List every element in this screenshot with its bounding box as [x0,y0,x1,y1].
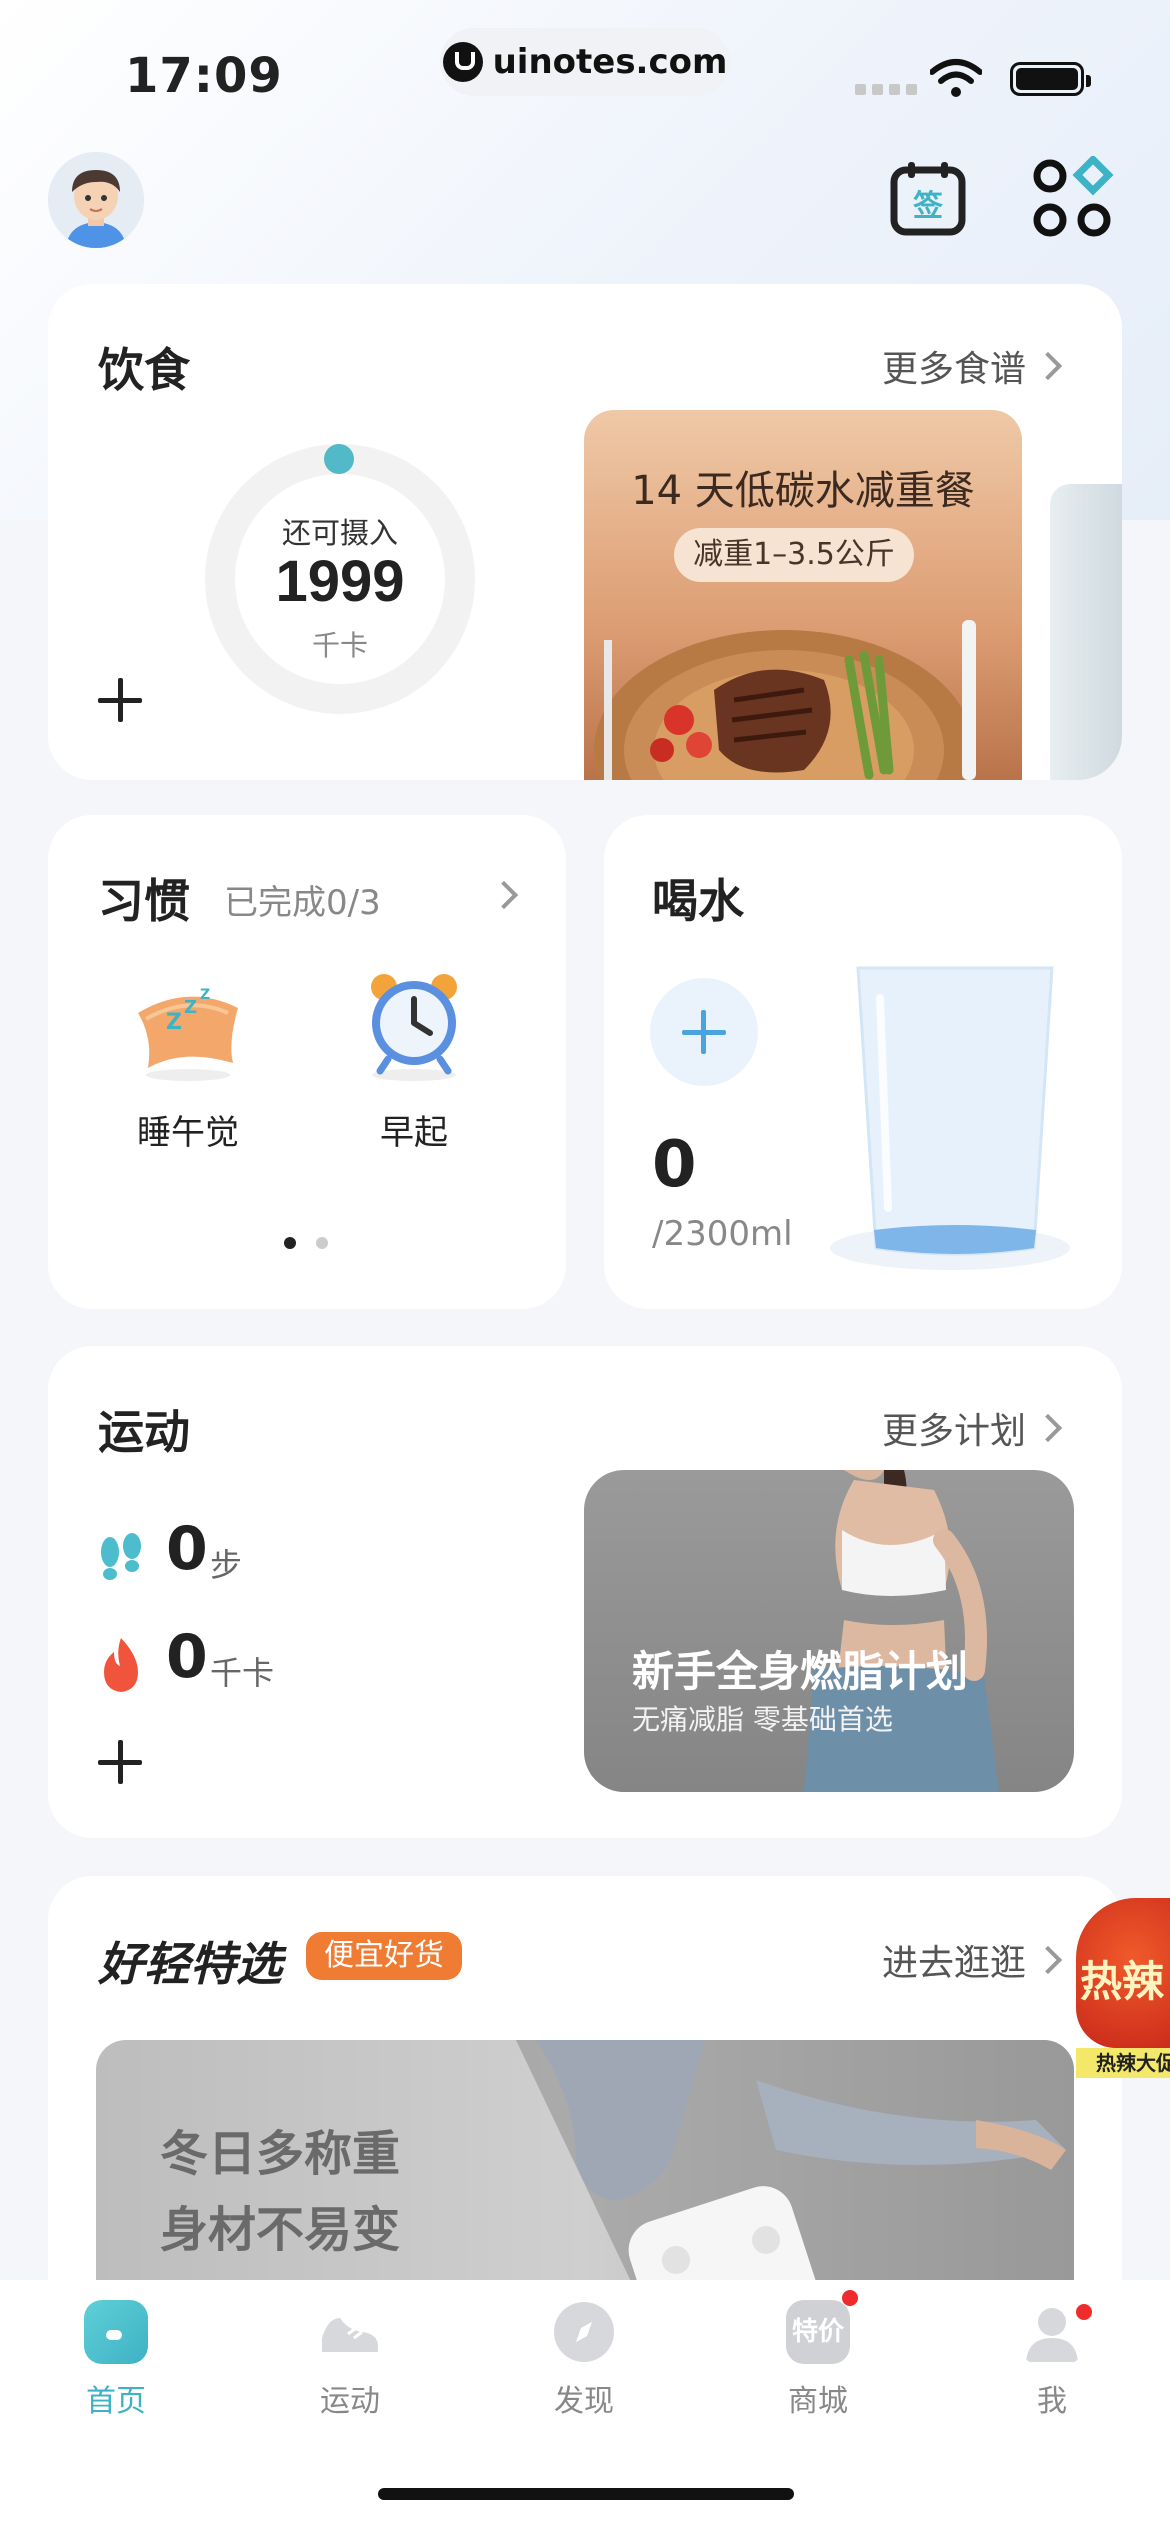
tab-label: 我 [1037,2384,1067,2419]
apps-grid-icon[interactable] [1030,156,1116,242]
water-glass-image [830,966,1070,1270]
shop-tag-badge: 便宜好货 [306,1932,462,1980]
me-badge-dot [1076,2304,1092,2320]
alarm-clock-icon [371,974,457,1081]
add-meal-button[interactable] [98,678,142,722]
exercise-title: 运动 [98,1405,190,1459]
fitness-woman-image [804,1470,999,1792]
add-exercise-button[interactable] [98,1740,142,1784]
remaining-label: 还可摄入 [281,516,398,550]
svg-text:Z: Z [166,1010,182,1035]
sneaker-icon [322,2318,378,2352]
home-indicator [378,2488,794,2500]
more-plans-label: 更多计划 [882,1411,1027,1452]
add-water-button[interactable] [650,978,758,1086]
url-text: uinotes.com [492,42,728,82]
calorie-ring-indicator [324,444,354,474]
url-pill[interactable]: uinotes.com [440,28,730,96]
more-plans-link[interactable]: 更多计划 [882,1402,1063,1454]
tab-label: 运动 [320,2384,380,2419]
cellular-signal-icon [855,84,917,95]
habits-card[interactable]: 习惯 已完成0/3 Z Z Z 睡午觉 早起 [48,815,566,1309]
water-value: 0 [652,1128,697,1202]
compass-icon [554,2302,614,2362]
svg-text:签: 签 [913,189,943,224]
sale-tag-icon: 特价 [786,2300,850,2364]
water-title: 喝水 [652,874,744,928]
floating-ad-sub: 热辣大促 [1076,2048,1170,2078]
habits-title: 习惯 [98,874,190,928]
diet-title: 饮食 [98,343,190,397]
tab-home[interactable]: 首页 [46,2300,186,2420]
tab-mall[interactable]: 特价 商城 [748,2300,888,2420]
fat-burn-plan-subtitle: 无痛减脂 零基础首选 [632,1703,893,1736]
svg-text:Z: Z [200,987,210,1003]
diet-plan-tag: 减重1–3.5公斤 [674,528,914,582]
mall-badge-dot [842,2290,858,2306]
tab-discover[interactable]: 发现 [514,2300,654,2420]
page-dot-active [284,1237,296,1249]
fat-burn-plan-title: 新手全身燃脂计划 [632,1647,969,1696]
user-icon [1026,2308,1078,2362]
pillow-sleep-icon: Z Z Z [138,987,238,1081]
chevron-right-icon [1033,1413,1063,1443]
diet-plan-title: 14 天低碳水减重餐 [631,468,975,514]
avatar[interactable] [48,152,144,248]
floating-ad-text: 热辣 [1080,1957,1165,2006]
home-icon [84,2300,148,2364]
tab-me[interactable]: 我 [982,2300,1122,2420]
chevron-right-icon[interactable] [489,880,519,910]
remaining-calories-value: 1999 [275,549,405,614]
tab-label: 发现 [554,2384,614,2419]
footsteps-icon [101,1533,141,1580]
check-in-calendar-icon[interactable]: 签 [888,158,968,238]
more-recipes-label: 更多食谱 [882,349,1027,390]
habits-progress: 已完成0/3 [224,883,381,923]
banner-line-2: 身材不易变 [160,2202,401,2258]
more-recipes-link[interactable]: 更多食谱 [882,340,1063,392]
chevron-right-icon [1033,1945,1063,1975]
go-shopping-label: 进去逛逛 [882,1943,1027,1984]
calories-unit: 千卡 [210,1654,275,1692]
water-goal: /2300ml [652,1214,793,1254]
site-logo-icon [442,42,483,82]
flame-icon [104,1638,138,1692]
calories-value: 0 [166,1622,208,1692]
battery-icon [1010,62,1091,96]
tab-label: 首页 [86,2384,146,2419]
wifi-icon [930,59,982,97]
floating-promo-ad[interactable]: 热辣 热辣大促 [1076,1898,1170,2088]
tab-exercise[interactable]: 运动 [280,2300,420,2420]
habit-item-nap[interactable]: Z Z Z 睡午觉 [128,963,248,1154]
habit-label: 睡午觉 [137,1113,239,1153]
status-time: 17:09 [125,48,283,104]
banner-line-1: 冬日多称重 [160,2126,401,2182]
steak-plate-image [594,620,976,780]
fat-burn-plan-card[interactable]: 新手全身燃脂计划 无痛减脂 零基础首选 [584,1470,1074,1792]
habit-label: 早起 [380,1113,448,1153]
page-dot [316,1237,328,1249]
calorie-unit: 千卡 [311,629,368,662]
shop-title: 好轻特选 [98,1937,282,1991]
go-shopping-link[interactable]: 进去逛逛 [882,1934,1063,1986]
svg-text:Z: Z [184,997,197,1018]
chevron-right-icon [1033,351,1063,381]
steps-unit: 步 [210,1546,243,1584]
next-promo-peek[interactable] [1050,484,1122,780]
habit-item-early-rise[interactable]: 早起 [354,963,474,1154]
steps-value: 0 [166,1514,208,1584]
diet-plan-promo-card[interactable]: 14 天低碳水减重餐 减重1–3.5公斤 [584,410,1022,780]
tab-label: 商城 [788,2384,848,2419]
